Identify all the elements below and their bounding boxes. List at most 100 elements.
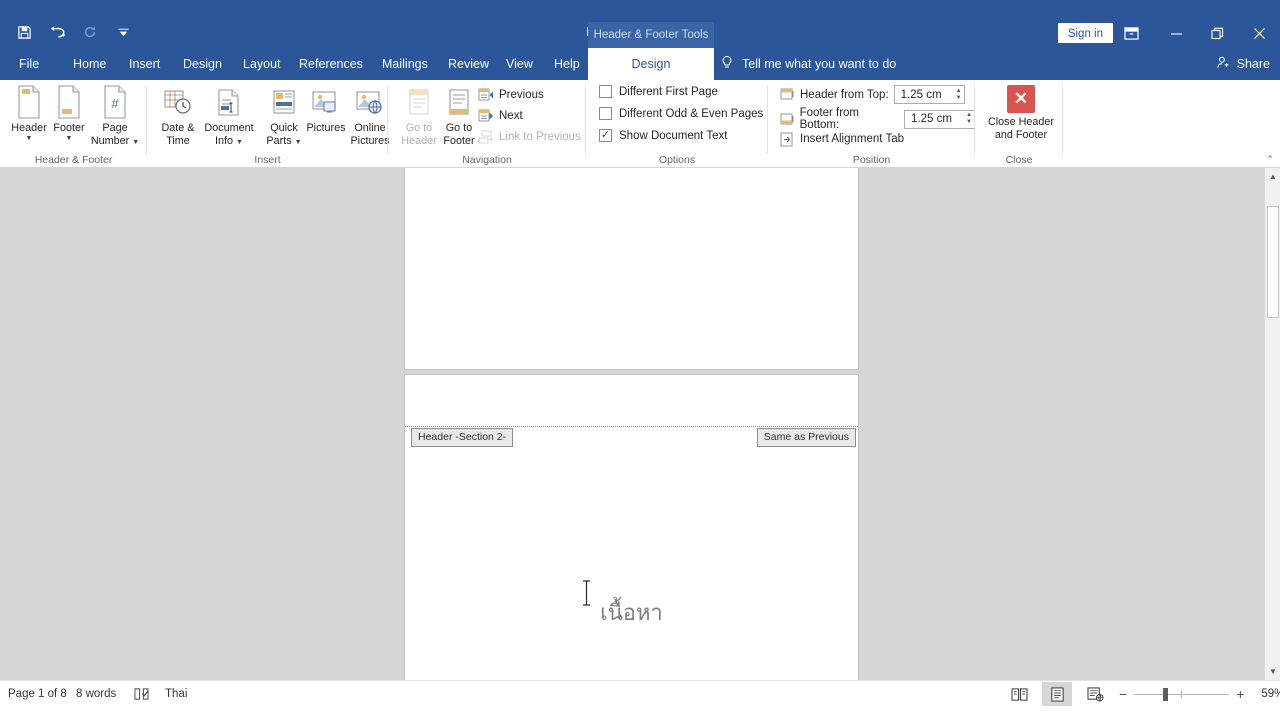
sign-in-button[interactable]: Sign in [1057, 23, 1113, 43]
page-indicator[interactable]: Page 1 of 8 [8, 681, 67, 707]
document-body-text[interactable]: เนื้อหา [405, 595, 858, 630]
print-layout-icon[interactable] [1042, 682, 1072, 706]
header-from-top-input[interactable]: 1.25 cm ▲ ▼ [893, 85, 965, 104]
quick-parts-line2: Parts [266, 134, 292, 147]
proofing-errors-icon[interactable] [134, 681, 149, 707]
collapse-ribbon-icon[interactable]: ⌃ [1262, 152, 1278, 166]
group-divider [1062, 86, 1063, 154]
page-number-line1: Page [102, 122, 128, 134]
close-header-footer-icon: ✕ [1007, 85, 1035, 113]
next-button[interactable]: Next [478, 107, 523, 125]
different-first-page-label: Different First Page [619, 85, 718, 98]
ribbon-group-options: Different First Page Different Odd & Eve… [586, 80, 768, 168]
online-pictures-line2: Pictures [350, 134, 390, 147]
chevron-down-icon[interactable]: ▼ [132, 139, 139, 146]
previous-label: Previous [499, 89, 544, 101]
footer-from-bottom-label: Footer from Bottom: [799, 107, 859, 131]
link-to-previous-button[interactable]: Link to Previous [478, 128, 581, 146]
close-header-and-footer-button[interactable]: ✕ Close Header and Footer [975, 85, 1067, 142]
minimize-icon[interactable] [1161, 20, 1191, 46]
zoom-in-button[interactable]: + [1229, 686, 1251, 702]
tab-header-footer-design[interactable]: Design [588, 48, 714, 80]
ribbon-display-options-icon[interactable] [1116, 20, 1146, 46]
status-bar: Page 1 of 8 8 words Thai − + 59% [0, 680, 1280, 720]
restore-icon[interactable] [1202, 20, 1232, 46]
document-page-1[interactable]: Footer -Section 1- [405, 168, 858, 369]
tab-mailings[interactable]: Mailings [371, 48, 439, 80]
share-button[interactable]: Share [1216, 48, 1270, 80]
document-canvas[interactable]: Footer -Section 1- Header -Section 2- Sa… [0, 168, 1280, 680]
chevron-down-icon[interactable]: ▼ [236, 139, 243, 146]
scroll-down-icon[interactable]: ▼ [1265, 663, 1280, 680]
zoom-level-label[interactable]: 59% [1261, 688, 1280, 700]
chevron-down-icon[interactable]: ▼ [66, 135, 73, 142]
go-to-footer-line2: Footer [443, 134, 475, 147]
ribbon-group-header-footer: Header ▼ Footer ▼ # Page Number ▼ Header… [0, 80, 147, 168]
tab-references[interactable]: References [288, 48, 374, 80]
group-label-header-footer: Header & Footer [34, 154, 113, 166]
lightbulb-icon [720, 55, 734, 74]
person-share-icon [1216, 55, 1231, 73]
document-info-button[interactable]: Document Info ▼ [198, 83, 260, 147]
language-indicator[interactable]: Thai [165, 681, 187, 707]
spinner-arrows[interactable]: ▲ ▼ [963, 112, 972, 125]
word-count[interactable]: 8 words [76, 681, 116, 707]
scrollbar-thumb[interactable] [1267, 206, 1279, 318]
contextual-tab-label: Header & Footer Tools [588, 22, 714, 48]
tab-file[interactable]: File [8, 48, 50, 80]
tab-review[interactable]: Review [437, 48, 500, 80]
close-header-footer-line1: Close Header [987, 116, 1054, 128]
show-document-text-checkbox[interactable]: ✓ Show Document Text [599, 129, 727, 142]
zoom-slider-thumb[interactable] [1163, 687, 1169, 701]
header-boundary-line [405, 426, 858, 427]
tab-view[interactable]: View [495, 48, 544, 80]
tab-layout[interactable]: Layout [232, 48, 292, 80]
tab-home[interactable]: Home [62, 48, 117, 80]
close-header-footer-line2: and Footer [994, 129, 1048, 141]
document-info-icon [214, 83, 244, 119]
footer-from-bottom-value: 1.25 cm [911, 113, 952, 125]
group-label-navigation: Navigation [462, 154, 512, 166]
zoom-slider-track[interactable] [1134, 687, 1230, 701]
tab-help[interactable]: Help [543, 48, 591, 80]
online-pictures-icon [355, 83, 385, 119]
checkbox-box-checked: ✓ [599, 129, 612, 142]
date-time-line2: Time [166, 134, 190, 147]
tab-design[interactable]: Design [172, 48, 233, 80]
quick-parts-line1: Quick [270, 122, 298, 134]
different-first-page-checkbox[interactable]: Different First Page [599, 85, 718, 98]
header-from-top-label: Header from Top: [800, 88, 889, 101]
title-bar: Document2 - Word Header & Footer Tools S… [0, 0, 1280, 48]
chevron-down-icon[interactable]: ▼ [26, 135, 33, 142]
zoom-control: − + 59% [1112, 681, 1280, 707]
page-number-button[interactable]: # Page Number ▼ [85, 83, 145, 147]
read-mode-icon[interactable] [1004, 682, 1034, 706]
date-and-time-button[interactable]: Date & Time [151, 83, 205, 147]
link-to-previous-label: Link to Previous [499, 131, 581, 143]
document-info-line1: Document [204, 122, 254, 134]
ribbon-group-navigation: Go to Header Go to Footer Previous Next … [388, 80, 586, 168]
tell-me-search[interactable]: Tell me what you want to do [720, 48, 896, 80]
page-number-line2: Number [90, 134, 130, 147]
previous-button[interactable]: Previous [478, 86, 544, 104]
quick-parts-icon [270, 83, 298, 119]
spinner-arrows[interactable]: ▲ ▼ [953, 88, 962, 101]
different-odd-even-pages-checkbox[interactable]: Different Odd & Even Pages [599, 107, 763, 120]
close-icon[interactable] [1244, 20, 1274, 46]
svg-text:#: # [111, 96, 119, 111]
vertical-scrollbar[interactable]: ▲ ▼ [1264, 168, 1280, 680]
header-from-top-icon [779, 87, 795, 103]
tell-me-label: Tell me what you want to do [742, 57, 897, 71]
web-layout-icon[interactable] [1080, 682, 1110, 706]
insert-alignment-tab-button[interactable]: Insert Alignment Tab [779, 130, 904, 148]
group-label-insert: Insert [254, 154, 281, 166]
zoom-slider-tick [1181, 690, 1183, 698]
tab-insert[interactable]: Insert [118, 48, 171, 80]
document-page-2[interactable]: Header -Section 2- Same as Previous เนื้… [405, 375, 858, 680]
zoom-out-button[interactable]: − [1112, 686, 1134, 702]
chevron-down-icon[interactable]: ▼ [295, 139, 302, 146]
scroll-up-icon[interactable]: ▲ [1265, 168, 1280, 185]
page-number-icon: # [100, 83, 130, 119]
footer-from-bottom-input[interactable]: 1.25 cm ▲ ▼ [904, 109, 975, 129]
header-from-top-row: Header from Top: 1.25 cm ▲ ▼ [779, 85, 965, 104]
